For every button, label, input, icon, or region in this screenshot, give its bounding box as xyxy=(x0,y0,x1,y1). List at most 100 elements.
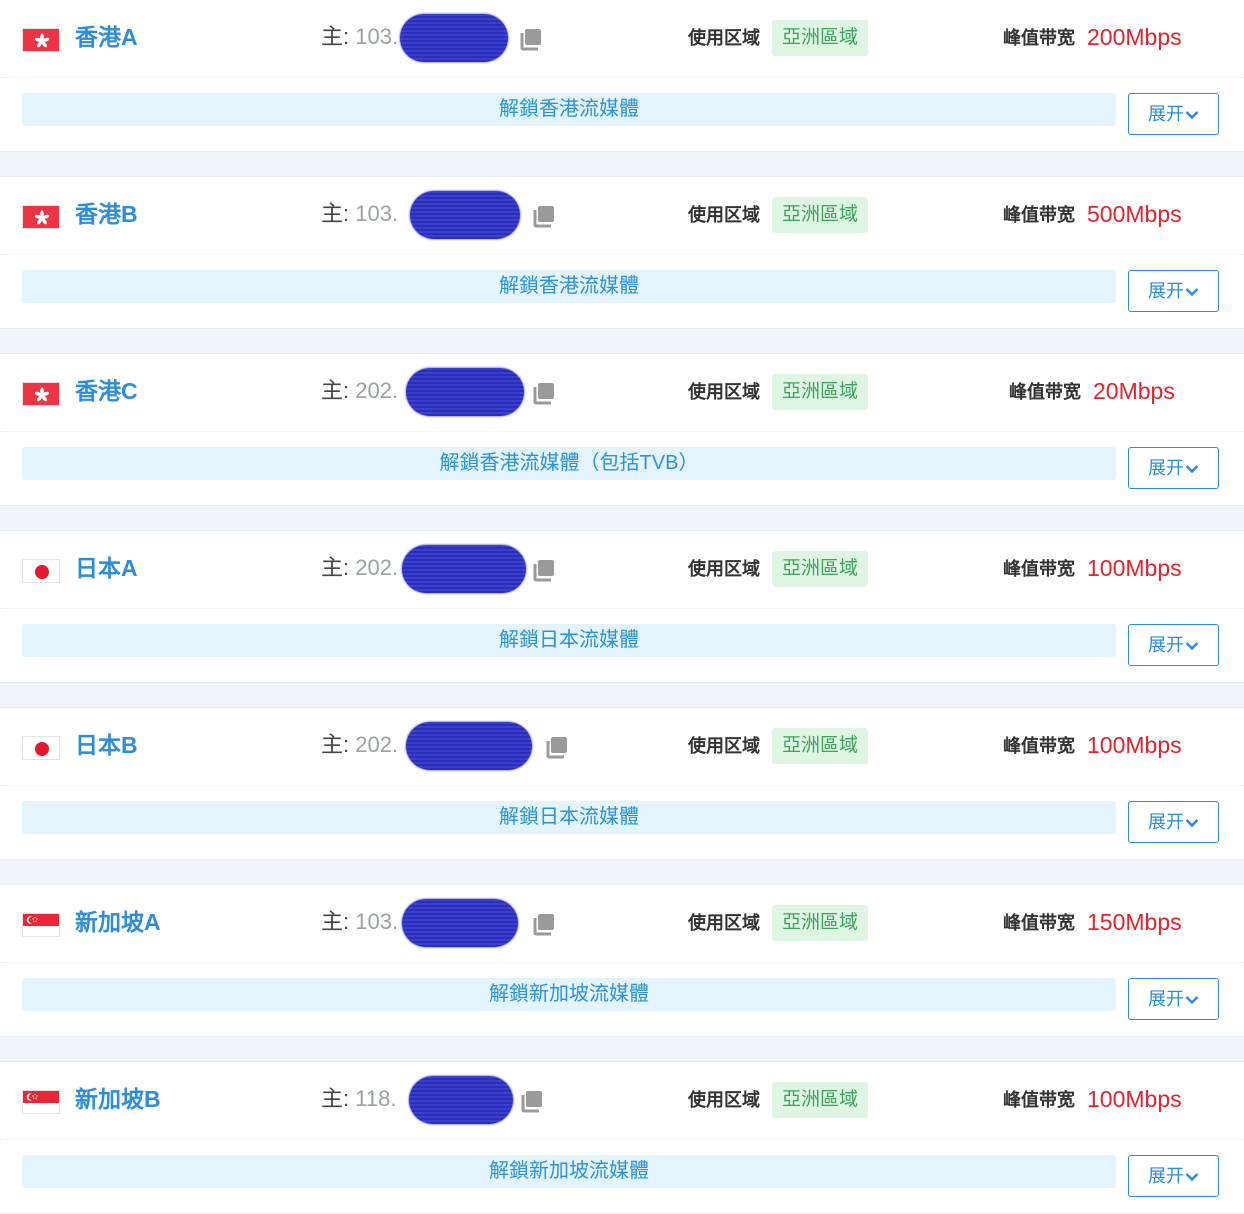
bandwidth-label: 峰值带宽 xyxy=(1009,382,1081,402)
server-card: 日本A 主: 202. 使用区域 亞洲區域 峰值带宽 100Mbps 解鎖日本流… xyxy=(0,530,1244,683)
ip-prefix: 202. xyxy=(355,732,399,757)
chevron-down-icon xyxy=(1185,288,1199,297)
expand-button[interactable]: 展开 xyxy=(1128,801,1219,843)
zone-label: 使用区域 xyxy=(688,28,760,48)
unlock-banner: 解鎖香港流媒體 xyxy=(22,93,1116,126)
bandwidth-value: 500Mbps xyxy=(1087,201,1182,227)
zone-badge: 亞洲區域 xyxy=(772,374,868,410)
ip-prefix: 103. xyxy=(355,909,399,934)
ip-label: 主: xyxy=(321,201,350,226)
bandwidth-value: 100Mbps xyxy=(1087,732,1182,758)
expand-button[interactable]: 展开 xyxy=(1128,270,1219,312)
zone-label: 使用区域 xyxy=(688,559,760,579)
copy-icon[interactable] xyxy=(519,27,543,51)
server-name: 新加坡A xyxy=(75,909,161,935)
server-card: 日本B 主: 202. 使用区域 亞洲區域 峰值带宽 100Mbps 解鎖日本流… xyxy=(0,707,1244,860)
ip-label: 主: xyxy=(321,378,350,403)
expand-label: 展开 xyxy=(1148,458,1184,478)
expand-button[interactable]: 展开 xyxy=(1128,1155,1219,1197)
bandwidth-label: 峰值带宽 xyxy=(1003,559,1075,579)
server-name: 香港C xyxy=(75,378,138,404)
unlock-banner: 解鎖日本流媒體 xyxy=(22,624,1116,657)
server-ip: 主: 103. xyxy=(321,199,398,229)
singapore-flag-icon xyxy=(22,1090,60,1114)
server-card: 香港A 主: 103. 使用区域 亞洲區域 峰值带宽 200Mbps 解鎖香港流… xyxy=(0,0,1244,152)
bandwidth-value: 200Mbps xyxy=(1087,24,1182,50)
bandwidth-value: 100Mbps xyxy=(1087,555,1182,581)
zone-label: 使用区域 xyxy=(688,1090,760,1110)
ip-label: 主: xyxy=(321,1086,350,1111)
server-ip: 主: 202. xyxy=(321,730,398,760)
unlock-banner: 解鎖日本流媒體 xyxy=(22,801,1116,834)
server-ip: 主: 202. xyxy=(321,553,398,583)
unlock-banner: 解鎖香港流媒體 xyxy=(22,270,1116,303)
chevron-down-icon xyxy=(1185,111,1199,120)
japan-flag-icon xyxy=(22,559,60,583)
ip-label: 主: xyxy=(321,732,350,757)
hong-kong-flag-icon xyxy=(22,382,60,406)
server-summary-row: 香港B 主: 103. 使用区域 亞洲區域 峰值带宽 500Mbps xyxy=(0,177,1244,255)
unlock-banner: 解鎖新加坡流媒體 xyxy=(22,978,1116,1011)
zone-badge: 亞洲區域 xyxy=(772,20,868,56)
redacted-ip-mark xyxy=(400,14,508,62)
server-card: 香港C 主: 202. 使用区域 亞洲區域 峰值带宽 20Mbps 解鎖香港流媒… xyxy=(0,353,1244,506)
expand-label: 展开 xyxy=(1148,281,1184,301)
zone-badge: 亞洲區域 xyxy=(772,1082,868,1118)
server-ip: 主: 103. xyxy=(321,907,398,937)
expand-label: 展开 xyxy=(1148,989,1184,1009)
ip-prefix: 103. xyxy=(355,24,399,49)
copy-icon[interactable] xyxy=(520,1089,544,1113)
server-name: 香港B xyxy=(75,201,138,227)
expand-button[interactable]: 展开 xyxy=(1128,447,1219,489)
hong-kong-flag-icon xyxy=(22,205,60,229)
zone-badge: 亞洲區域 xyxy=(772,197,868,233)
server-summary-row: 日本B 主: 202. 使用区域 亞洲區域 峰值带宽 100Mbps xyxy=(0,708,1244,786)
redacted-ip-mark xyxy=(410,191,520,239)
expand-button[interactable]: 展开 xyxy=(1128,624,1219,666)
unlock-banner: 解鎖新加坡流媒體 xyxy=(22,1155,1116,1188)
zone-badge: 亞洲區域 xyxy=(772,551,868,587)
server-summary-row: 日本A 主: 202. 使用区域 亞洲區域 峰值带宽 100Mbps xyxy=(0,531,1244,609)
server-name: 日本B xyxy=(75,732,138,758)
server-ip: 主: 103. xyxy=(321,22,398,52)
bandwidth-label: 峰值带宽 xyxy=(1003,28,1075,48)
expand-button[interactable]: 展开 xyxy=(1128,978,1219,1020)
server-summary-row: 香港C 主: 202. 使用区域 亞洲區域 峰值带宽 20Mbps xyxy=(0,354,1244,432)
zone-badge: 亞洲區域 xyxy=(772,728,868,764)
server-name: 新加坡B xyxy=(75,1086,161,1112)
chevron-down-icon xyxy=(1185,819,1199,828)
expand-button[interactable]: 展开 xyxy=(1128,93,1219,135)
copy-icon[interactable] xyxy=(532,558,556,582)
bandwidth-label: 峰值带宽 xyxy=(1003,205,1075,225)
expand-label: 展开 xyxy=(1148,635,1184,655)
redacted-ip-mark xyxy=(406,368,524,416)
ip-prefix: 202. xyxy=(355,555,399,580)
ip-prefix: 103. xyxy=(355,201,399,226)
server-ip: 主: 202. xyxy=(321,376,398,406)
zone-label: 使用区域 xyxy=(688,736,760,756)
ip-prefix: 118. xyxy=(355,1086,397,1111)
hong-kong-flag-icon xyxy=(22,28,60,52)
expand-label: 展开 xyxy=(1148,1166,1184,1186)
redacted-ip-mark xyxy=(409,1076,513,1124)
chevron-down-icon xyxy=(1185,1173,1199,1182)
zone-label: 使用区域 xyxy=(688,913,760,933)
server-summary-row: 新加坡A 主: 103. 使用区域 亞洲區域 峰值带宽 150Mbps xyxy=(0,885,1244,963)
copy-icon[interactable] xyxy=(532,204,556,228)
singapore-flag-icon xyxy=(22,913,60,937)
copy-icon[interactable] xyxy=(532,912,556,936)
zone-label: 使用区域 xyxy=(688,382,760,402)
copy-icon[interactable] xyxy=(545,735,569,759)
japan-flag-icon xyxy=(22,736,60,760)
ip-label: 主: xyxy=(321,555,350,580)
ip-label: 主: xyxy=(321,24,350,49)
zone-badge: 亞洲區域 xyxy=(772,905,868,941)
server-card: 新加坡A 主: 103. 使用区域 亞洲區域 峰值带宽 150Mbps 解鎖新加… xyxy=(0,884,1244,1037)
copy-icon[interactable] xyxy=(532,381,556,405)
bandwidth-value: 100Mbps xyxy=(1087,1086,1182,1112)
bandwidth-label: 峰值带宽 xyxy=(1003,736,1075,756)
chevron-down-icon xyxy=(1185,465,1199,474)
chevron-down-icon xyxy=(1185,642,1199,651)
bandwidth-value: 20Mbps xyxy=(1093,378,1175,404)
server-card: 新加坡B 主: 118. 使用区域 亞洲區域 峰值带宽 100Mbps 解鎖新加… xyxy=(0,1061,1244,1214)
